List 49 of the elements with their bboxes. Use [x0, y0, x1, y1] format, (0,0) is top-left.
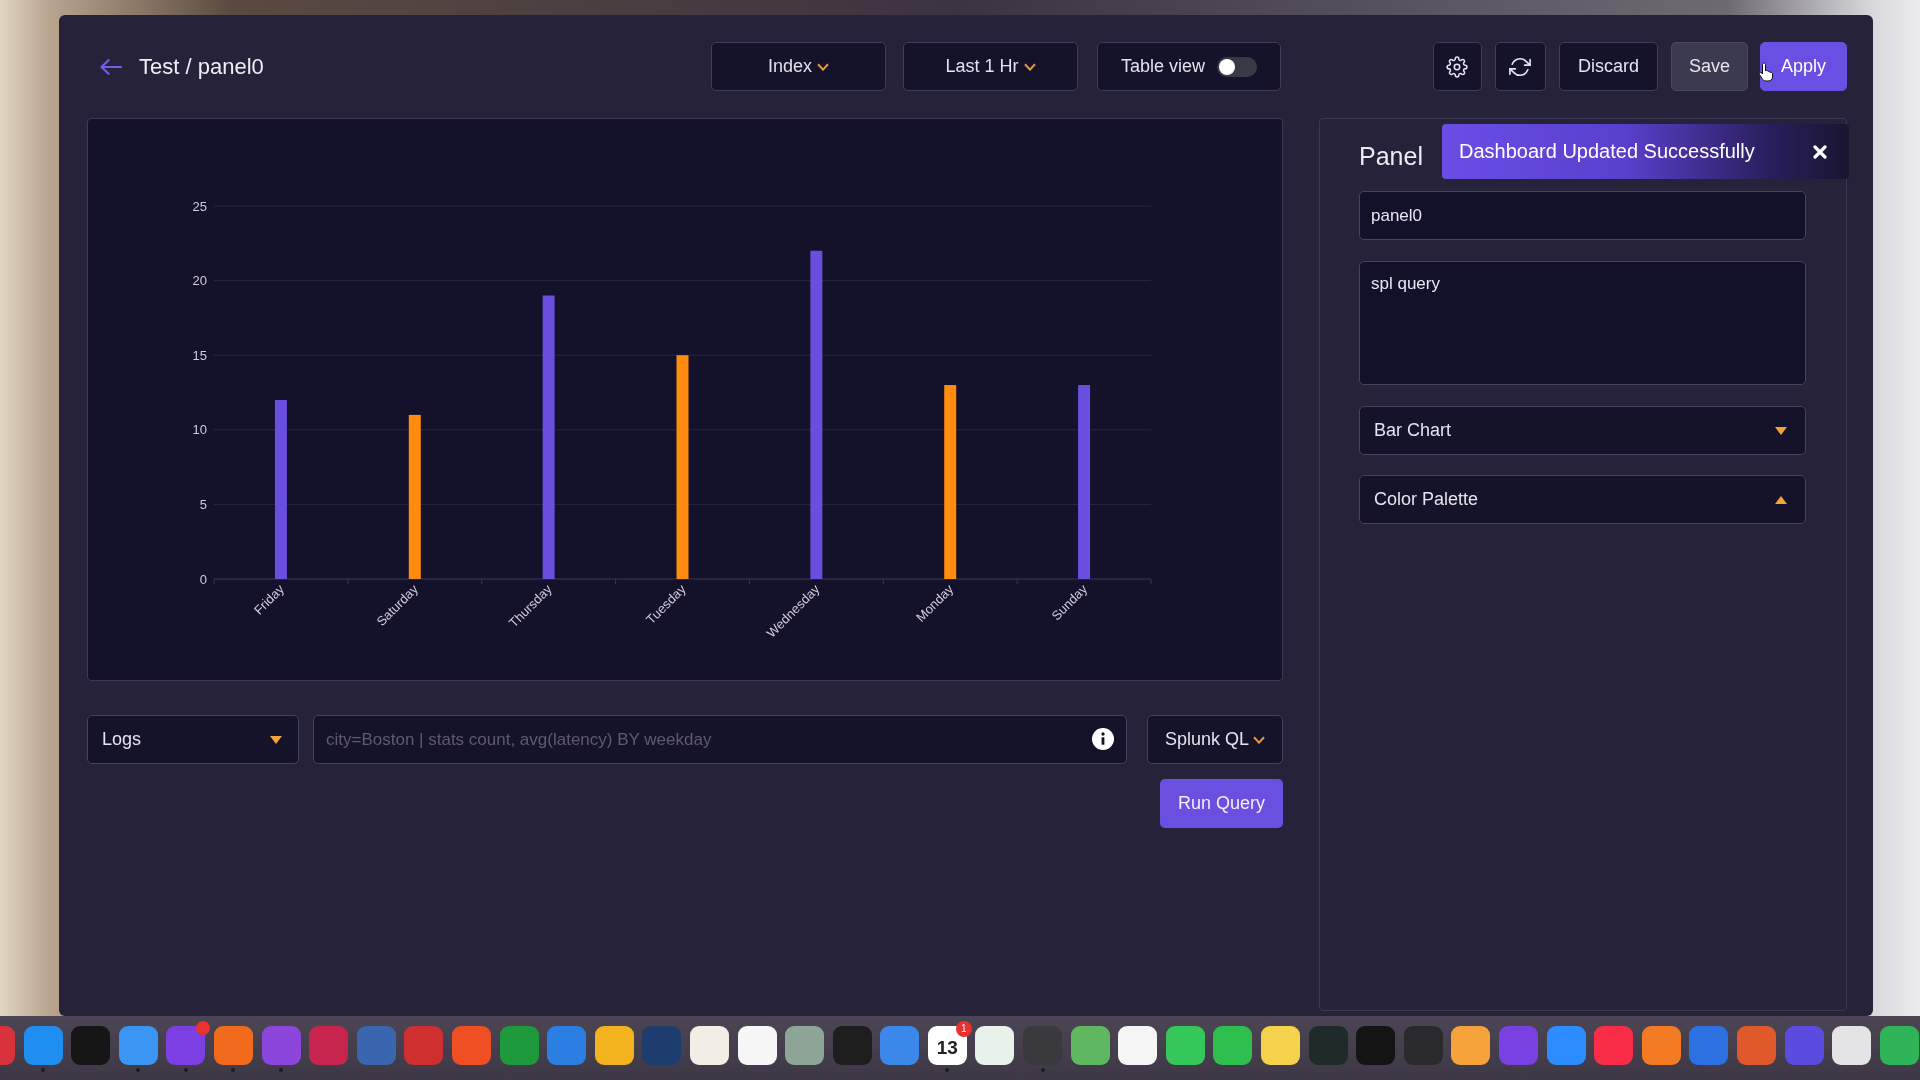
app-icon[interactable] [1879, 1026, 1919, 1065]
pointer-cursor-icon [1758, 62, 1774, 82]
panel-title: Panel [1359, 141, 1423, 172]
action-button[interactable]: Discard [1558, 42, 1658, 91]
axis-label: 15 [192, 347, 207, 363]
axis-label: 25 [192, 198, 207, 214]
app-icon[interactable] [689, 1026, 729, 1065]
app-icon[interactable] [1070, 1026, 1110, 1065]
source-select[interactable]: Logs [87, 715, 299, 764]
dropdown-select[interactable]: Bar Chart [1359, 406, 1806, 455]
settings-button[interactable] [1432, 42, 1482, 91]
app-icon[interactable] [975, 1026, 1015, 1065]
axis-label: 20 [192, 273, 207, 289]
notification-badge: 1 [955, 1021, 972, 1037]
app-icon[interactable] [1165, 1026, 1205, 1065]
app-icon[interactable] [1832, 1026, 1872, 1065]
toggle-switch[interactable] [1217, 56, 1257, 77]
dropdown-button[interactable]: Index [711, 42, 886, 91]
app-icon[interactable] [594, 1026, 634, 1065]
run-query-button[interactable]: Run Query [1160, 779, 1283, 828]
action-button[interactable]: Save [1670, 42, 1748, 91]
language-dropdown[interactable]: Splunk QL [1147, 715, 1283, 764]
app-icon[interactable] [1451, 1026, 1491, 1065]
app-icon[interactable] [1213, 1026, 1253, 1065]
close-icon[interactable] [1813, 144, 1827, 159]
query-textarea[interactable]: spl query [1359, 261, 1806, 385]
toast-message: Dashboard Updated Successfully [1459, 140, 1755, 163]
back-arrow-icon[interactable] [100, 58, 122, 75]
panel-name-input[interactable]: panel0 [1359, 191, 1806, 240]
settings-icon [1446, 55, 1469, 78]
table-view-toggle[interactable]: Table view [1097, 42, 1281, 91]
primary-button[interactable]: Apply [1759, 42, 1847, 91]
chevron-down-icon [1253, 735, 1266, 744]
refresh-icon [1509, 55, 1532, 78]
app-icon[interactable] [1118, 1026, 1158, 1065]
chevron-down-icon [817, 62, 829, 71]
query-input[interactable]: city=Boston | stats count, avg(latency) BY weekday [313, 715, 1127, 764]
chevron-down-icon [1023, 62, 1036, 71]
dropdown-button[interactable]: Last 1 Hr [903, 42, 1078, 91]
info-icon[interactable] [1092, 728, 1114, 750]
refresh-button[interactable] [1494, 42, 1546, 91]
app-icon[interactable] [785, 1026, 825, 1065]
app-icon[interactable] [737, 1026, 777, 1065]
dropdown-select[interactable]: Color Palette [1359, 475, 1806, 524]
axis-label: 10 [192, 422, 207, 438]
axis-label: 0 [199, 571, 207, 587]
axis-label: 5 [199, 496, 207, 512]
app-icon[interactable] [1261, 1026, 1301, 1065]
page-title: Test / panel0 [139, 53, 264, 80]
